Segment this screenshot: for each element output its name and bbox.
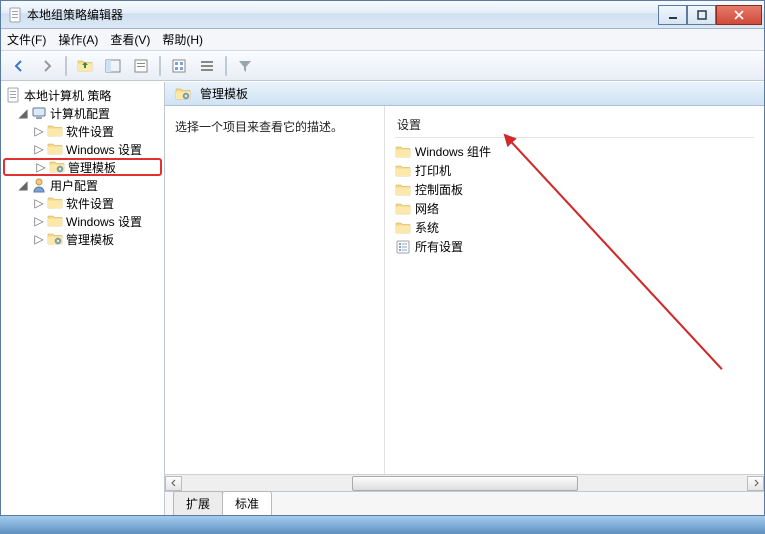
tree-root[interactable]: 本地计算机 策略 <box>3 86 162 104</box>
tree-admin-templates-selected[interactable]: ▷ 管理模板 <box>3 158 162 176</box>
folder-icon <box>395 144 411 160</box>
folder-gear-icon <box>47 231 63 247</box>
tree-label: 用户配置 <box>50 177 98 194</box>
settings-list-icon <box>395 239 411 255</box>
menu-help[interactable]: 帮助(H) <box>162 31 203 48</box>
menu-action[interactable]: 操作(A) <box>58 31 98 48</box>
tree-user-config[interactable]: ◢ 用户配置 <box>3 176 162 194</box>
export-list-button[interactable] <box>195 54 219 78</box>
tab-standard[interactable]: 标准 <box>222 491 272 515</box>
properties-button[interactable] <box>129 54 153 78</box>
show-hide-tree-button[interactable] <box>101 54 125 78</box>
list-item-label: 系统 <box>415 219 439 236</box>
toolbar-separator <box>159 56 161 76</box>
tree-windows-settings[interactable]: ▷ Windows 设置 <box>3 140 162 158</box>
tree-user-software-settings[interactable]: ▷ 软件设置 <box>3 194 162 212</box>
scroll-right-button[interactable] <box>747 476 764 491</box>
description-panel: 选择一个项目来查看它的描述。 <box>165 106 385 474</box>
tab-extended[interactable]: 扩展 <box>173 491 223 515</box>
app-window: 本地组策略编辑器 文件(F) 操作(A) 查看(V) 帮助(H) <box>0 0 765 516</box>
list-item[interactable]: 所有设置 <box>395 237 754 256</box>
back-button[interactable] <box>7 54 31 78</box>
column-header-setting[interactable]: 设置 <box>395 112 754 138</box>
desktop-background-strip <box>0 516 765 534</box>
tree-label: Windows 设置 <box>66 141 142 158</box>
tree-computer-config[interactable]: ◢ 计算机配置 <box>3 104 162 122</box>
collapse-icon[interactable]: ◢ <box>17 179 29 191</box>
titlebar[interactable]: 本地组策略编辑器 <box>1 1 764 29</box>
refresh-button[interactable] <box>167 54 191 78</box>
tree-software-settings[interactable]: ▷ 软件设置 <box>3 122 162 140</box>
list-item-label: 控制面板 <box>415 181 463 198</box>
path-header: 管理模板 <box>165 82 764 106</box>
folder-icon <box>395 201 411 217</box>
folder-gear-icon <box>49 159 65 175</box>
filter-button[interactable] <box>233 54 257 78</box>
folder-icon <box>395 163 411 179</box>
close-button[interactable] <box>716 5 762 25</box>
list-item[interactable]: 打印机 <box>395 161 754 180</box>
nav-tree[interactable]: 本地计算机 策略 ◢ 计算机配置 ▷ 软件设置 ▷ Windows 设置 ▷ 管… <box>1 82 165 515</box>
folder-icon <box>395 220 411 236</box>
list-item-label: Windows 组件 <box>415 143 491 160</box>
window-title: 本地组策略编辑器 <box>27 6 658 23</box>
up-button[interactable] <box>73 54 97 78</box>
computer-icon <box>31 105 47 121</box>
folder-gear-icon <box>175 86 191 102</box>
expand-icon[interactable]: ▷ <box>35 161 47 173</box>
tree-label: 管理模板 <box>68 159 116 176</box>
tree-label: 计算机配置 <box>50 105 110 122</box>
list-item[interactable]: 系统 <box>395 218 754 237</box>
menu-view[interactable]: 查看(V) <box>110 31 150 48</box>
list-item[interactable]: Windows 组件 <box>395 142 754 161</box>
view-tabs: 扩展 标准 <box>165 491 764 515</box>
menubar: 文件(F) 操作(A) 查看(V) 帮助(H) <box>1 29 764 51</box>
expand-icon[interactable]: ▷ <box>33 215 45 227</box>
expand-icon[interactable]: ▷ <box>33 143 45 155</box>
toolbar <box>1 51 764 81</box>
folder-icon <box>47 213 63 229</box>
settings-list[interactable]: 设置 Windows 组件 打印机 控制面板 <box>385 106 764 474</box>
forward-button[interactable] <box>35 54 59 78</box>
list-item-label: 网络 <box>415 200 439 217</box>
folder-icon <box>47 141 63 157</box>
minimize-button[interactable] <box>658 5 687 25</box>
folder-icon <box>395 182 411 198</box>
scroll-track[interactable] <box>182 476 747 491</box>
list-item[interactable]: 控制面板 <box>395 180 754 199</box>
tree-label: 管理模板 <box>66 231 114 248</box>
collapse-icon[interactable]: ◢ <box>17 107 29 119</box>
expand-icon[interactable]: ▷ <box>33 125 45 137</box>
description-hint: 选择一个项目来查看它的描述。 <box>175 118 374 135</box>
tree-user-admin-templates[interactable]: ▷ 管理模板 <box>3 230 162 248</box>
toolbar-separator <box>225 56 227 76</box>
user-icon <box>31 177 47 193</box>
maximize-button[interactable] <box>687 5 716 25</box>
list-item-label: 打印机 <box>415 162 451 179</box>
expand-icon[interactable]: ▷ <box>33 233 45 245</box>
list-item-label: 所有设置 <box>415 238 463 255</box>
tree-label: 本地计算机 策略 <box>24 87 111 104</box>
tree-user-windows-settings[interactable]: ▷ Windows 设置 <box>3 212 162 230</box>
tree-label: Windows 设置 <box>66 213 142 230</box>
scroll-thumb[interactable] <box>352 476 578 491</box>
folder-icon <box>47 195 63 211</box>
folder-icon <box>47 123 63 139</box>
list-item[interactable]: 网络 <box>395 199 754 218</box>
horizontal-scrollbar[interactable] <box>165 474 764 491</box>
tree-label: 软件设置 <box>66 123 114 140</box>
menu-file[interactable]: 文件(F) <box>7 31 46 48</box>
tree-label: 软件设置 <box>66 195 114 212</box>
scroll-left-button[interactable] <box>165 476 182 491</box>
policy-icon <box>5 87 21 103</box>
expand-icon[interactable]: ▷ <box>33 197 45 209</box>
toolbar-separator <box>65 56 67 76</box>
path-title: 管理模板 <box>200 85 248 102</box>
app-icon <box>7 7 23 23</box>
